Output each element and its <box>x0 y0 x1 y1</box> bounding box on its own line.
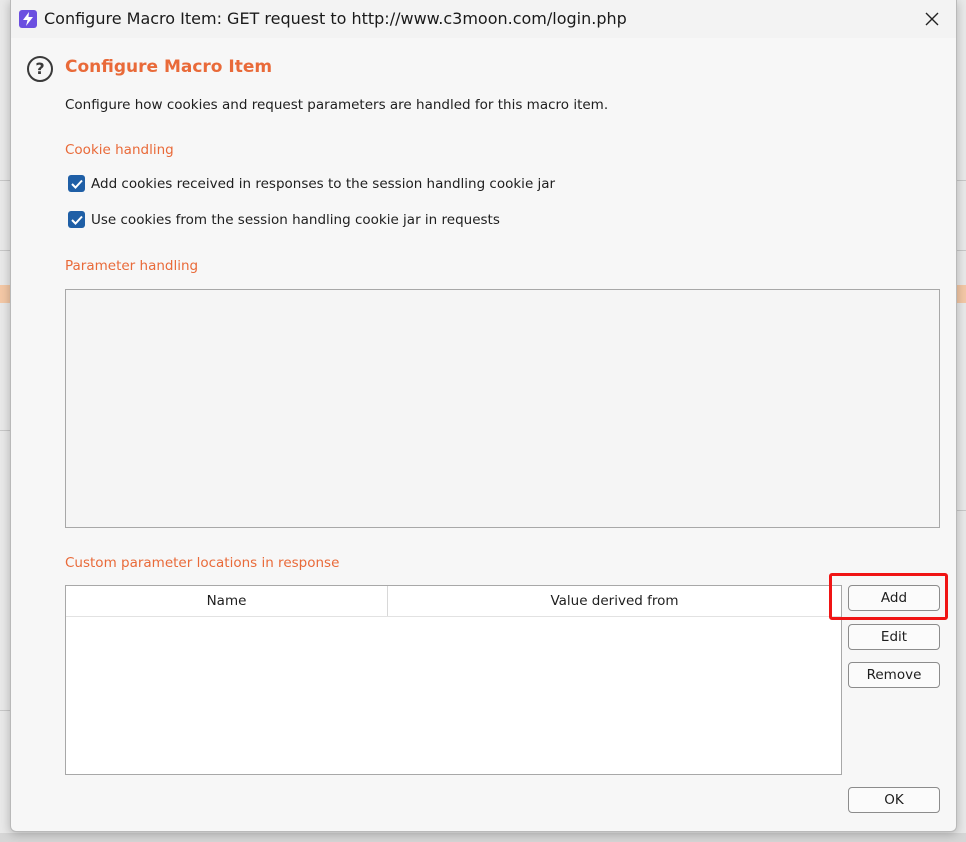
add-cookies-option[interactable]: Add cookies received in responses to the… <box>68 175 555 192</box>
close-icon <box>925 12 939 26</box>
custom-parameter-locations-title: Custom parameter locations in response <box>65 555 340 571</box>
add-cookies-checkbox[interactable] <box>68 175 85 192</box>
cookie-handling-title: Cookie handling <box>65 142 174 158</box>
remove-button[interactable]: Remove <box>848 662 940 688</box>
parameter-handling-title: Parameter handling <box>65 258 199 274</box>
dialog-description: Configure how cookies and request parame… <box>65 97 609 113</box>
add-cookies-label: Add cookies received in responses to the… <box>91 175 556 192</box>
ok-button[interactable]: OK <box>848 787 940 813</box>
title-bar: Configure Macro Item: GET request to htt… <box>11 0 956 38</box>
add-button[interactable]: Add <box>848 585 940 611</box>
configure-macro-item-dialog: Configure Macro Item: GET request to htt… <box>10 0 957 832</box>
custom-parameter-table[interactable]: Name Value derived from <box>65 585 842 775</box>
help-icon[interactable]: ? <box>27 56 53 82</box>
dialog-heading: Configure Macro Item <box>65 57 273 77</box>
column-header-name[interactable]: Name <box>66 586 388 616</box>
burp-logo-icon <box>19 10 37 28</box>
use-cookies-checkbox[interactable] <box>68 211 85 228</box>
close-button[interactable] <box>918 6 946 32</box>
edit-button[interactable]: Edit <box>848 624 940 650</box>
use-cookies-label: Use cookies from the session handling co… <box>91 211 500 228</box>
checkmark-icon <box>70 179 83 189</box>
table-header: Name Value derived from <box>66 586 841 617</box>
checkmark-icon <box>70 215 83 225</box>
parameter-handling-panel[interactable] <box>65 289 940 528</box>
column-header-value-derived-from[interactable]: Value derived from <box>388 586 841 616</box>
window-title: Configure Macro Item: GET request to htt… <box>44 9 627 28</box>
use-cookies-option[interactable]: Use cookies from the session handling co… <box>68 211 500 228</box>
